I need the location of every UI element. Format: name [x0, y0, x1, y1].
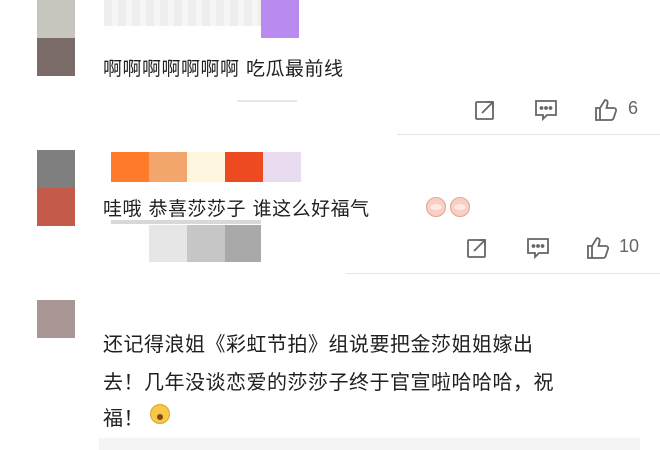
- comment-1: 啊啊啊啊啊啊啊 吃瓜最前线 6: [0, 0, 660, 135]
- share-icon: [467, 239, 486, 258]
- comment-icon: [535, 100, 557, 122]
- vip-badge: [261, 0, 299, 38]
- reply-box[interactable]: [99, 438, 640, 450]
- comment-text-line-1: 还记得浪姐《彩虹节拍》组说要把金莎姐姐嫁出: [103, 332, 534, 356]
- thumbs-up-icon: [587, 237, 610, 259]
- username-blurred[interactable]: [111, 152, 301, 182]
- comment-button[interactable]: [532, 97, 560, 123]
- reply-preview-blurred: [111, 220, 261, 262]
- share-icon: [475, 101, 494, 120]
- comment-text: 啊啊啊啊啊啊啊 吃瓜最前线: [103, 58, 344, 80]
- like-count: 10: [619, 236, 640, 256]
- gasp-emoji-icon: [150, 404, 170, 424]
- comment-3: 还记得浪姐《彩虹节拍》组说要把金莎姐姐嫁出 去！几年没谈恋爱的莎莎子终于官宣啦哈…: [0, 290, 660, 450]
- comment-icon: [527, 238, 549, 260]
- comment-text: 哇哦 恭喜莎莎子 谁这么好福气: [103, 198, 370, 220]
- comment-2: 哇哦 恭喜莎莎子 谁这么好福气 10: [0, 140, 660, 275]
- avatar[interactable]: [37, 0, 75, 76]
- like-button[interactable]: [592, 96, 620, 124]
- comment-text-line-3: 福！: [103, 406, 144, 430]
- thumbs-up-icon: [595, 99, 618, 121]
- comment-divider: [346, 273, 660, 274]
- reply-divider: [237, 100, 297, 102]
- blush-emoji-icon: [426, 197, 446, 217]
- username-blurred[interactable]: [104, 0, 264, 26]
- like-count: 6: [628, 98, 639, 118]
- comment-text-line-2: 去！几年没谈恋爱的莎莎子终于官宣啦哈哈哈，祝: [103, 370, 554, 394]
- comment-button[interactable]: [524, 235, 552, 261]
- share-button[interactable]: [464, 235, 490, 261]
- comment-divider: [397, 134, 660, 135]
- share-button[interactable]: [472, 97, 498, 123]
- avatar[interactable]: [37, 150, 75, 226]
- blush-emoji-icon: [450, 197, 470, 217]
- avatar[interactable]: [37, 300, 75, 338]
- like-button[interactable]: [584, 234, 612, 262]
